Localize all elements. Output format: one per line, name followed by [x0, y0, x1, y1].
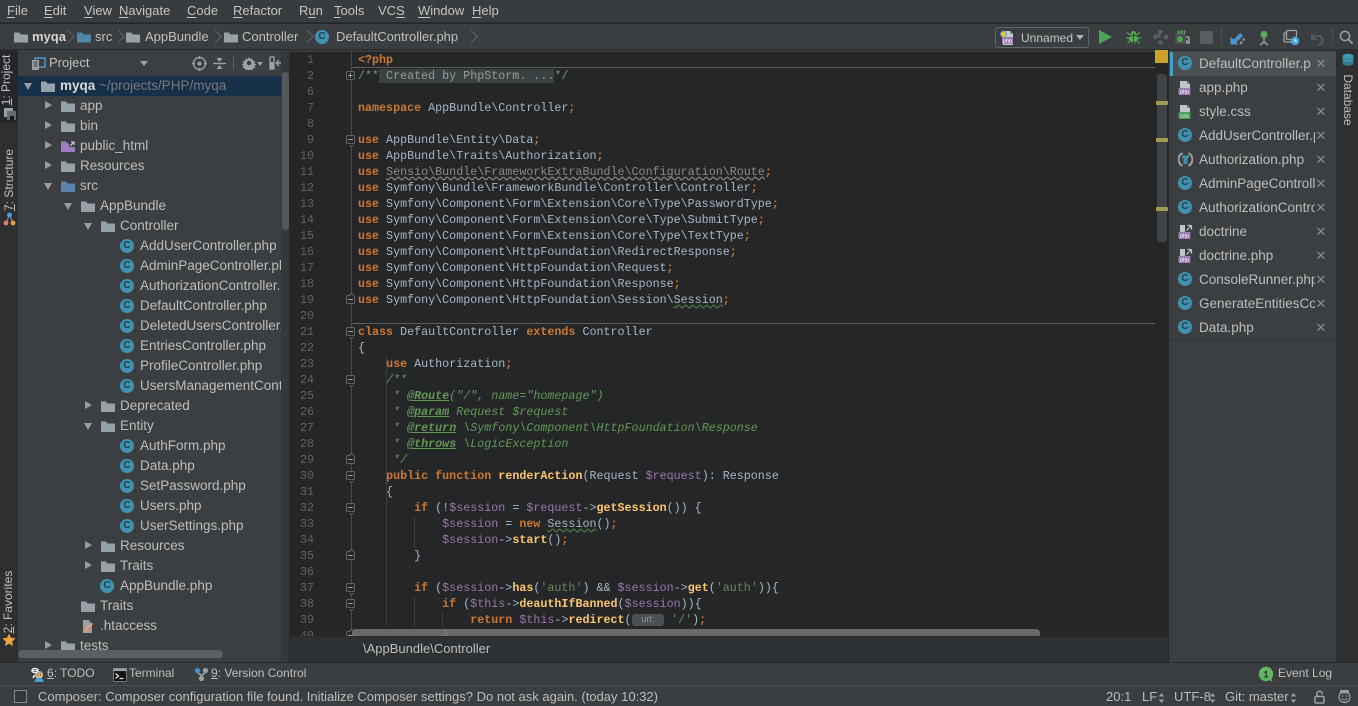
svg-text:php: php [1180, 90, 1189, 96]
svg-text:css: css [1180, 114, 1189, 120]
svg-text:1: 1 [1263, 670, 1269, 681]
svg-text:php: php [1180, 258, 1189, 264]
svg-text:php: php [1003, 39, 1012, 45]
svg-text:php: php [1180, 234, 1189, 240]
